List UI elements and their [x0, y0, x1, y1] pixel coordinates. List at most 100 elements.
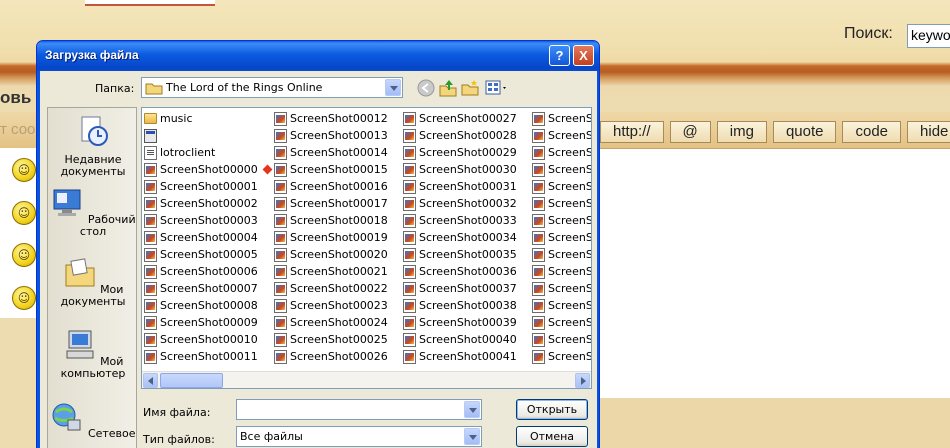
- file-item[interactable]: ScreenShot00008: [142, 297, 272, 314]
- file-item[interactable]: ScreenShot00041: [401, 348, 531, 365]
- file-list[interactable]: music lotroclient ScreenShot00000 ScreenSho…: [141, 107, 592, 389]
- file-item[interactable]: ScreenShot00026: [272, 348, 402, 365]
- file-item[interactable]: ScreenShot00020: [272, 246, 402, 263]
- bbcode-url-button[interactable]: http://: [600, 121, 664, 143]
- file-item[interactable]: ScreenShot00010: [142, 331, 272, 348]
- folder-dropdown[interactable]: The Lord of the Rings Online: [141, 77, 403, 98]
- horizontal-scrollbar[interactable]: [142, 371, 591, 388]
- file-item[interactable]: ScreenSh: [530, 178, 591, 195]
- file-item[interactable]: music: [142, 110, 272, 127]
- file-item[interactable]: ScreenShot00029: [401, 144, 531, 161]
- file-item[interactable]: ScreenShot00039: [401, 314, 531, 331]
- file-item[interactable]: ScreenShot00012: [272, 110, 402, 127]
- open-button[interactable]: Открыть: [516, 399, 588, 420]
- place-network[interactable]: Сетевое: [48, 400, 138, 440]
- file-item[interactable]: ScreenSh: [530, 280, 591, 297]
- back-icon[interactable]: [417, 79, 435, 97]
- file-item[interactable]: ScreenSh: [530, 110, 591, 127]
- place-recent-documents[interactable]: Недавние документы: [48, 114, 138, 178]
- filename-combo[interactable]: [236, 399, 482, 420]
- up-folder-icon[interactable]: [439, 79, 457, 97]
- file-item[interactable]: ScreenShot00017: [272, 195, 402, 212]
- file-item[interactable]: ScreenShot00013: [272, 127, 402, 144]
- help-button[interactable]: ?: [549, 45, 570, 66]
- file-item[interactable]: ScreenShot00040: [401, 331, 531, 348]
- file-item[interactable]: ScreenShot00025: [272, 331, 402, 348]
- file-item[interactable]: lotroclient: [142, 144, 272, 161]
- chevron-down-icon[interactable]: [464, 428, 480, 445]
- bbcode-code-button[interactable]: code: [842, 121, 902, 143]
- place-my-documents[interactable]: Мои документы: [48, 256, 138, 308]
- view-menu-icon[interactable]: [485, 79, 509, 97]
- close-button[interactable]: X: [573, 45, 594, 66]
- place-desktop[interactable]: Рабочий стол: [48, 186, 138, 238]
- cancel-button[interactable]: Отмена: [516, 426, 588, 447]
- file-item[interactable]: ScreenShot00027: [401, 110, 531, 127]
- file-item[interactable]: ScreenShot00009: [142, 314, 272, 331]
- file-item[interactable]: ScreenShot00016: [272, 178, 402, 195]
- file-item[interactable]: [142, 127, 272, 144]
- file-item[interactable]: ScreenSh: [530, 314, 591, 331]
- file-item[interactable]: ScreenSh: [530, 297, 591, 314]
- file-item[interactable]: ScreenSh: [530, 161, 591, 178]
- file-item[interactable]: ScreenShot00018: [272, 212, 402, 229]
- bbcode-quote-button[interactable]: quote: [772, 121, 837, 143]
- file-item[interactable]: ScreenShot00022: [272, 280, 402, 297]
- file-item[interactable]: ScreenShot00031: [401, 178, 531, 195]
- search-label: Поиск:: [844, 25, 893, 42]
- search-input[interactable]: keywo: [907, 24, 950, 48]
- bbcode-hide-button[interactable]: hide: [907, 121, 950, 143]
- file-item[interactable]: ScreenShot00030: [401, 161, 531, 178]
- file-item[interactable]: ScreenShot00019: [272, 229, 402, 246]
- file-item[interactable]: ScreenSh: [530, 263, 591, 280]
- happy-icon[interactable]: ☺: [12, 243, 36, 267]
- file-item[interactable]: ScreenSh: [530, 212, 591, 229]
- bbcode-email-button[interactable]: @: [669, 121, 711, 143]
- file-item[interactable]: ScreenShot00011: [142, 348, 272, 365]
- smile-icon[interactable]: ☺: [12, 158, 36, 182]
- file-item[interactable]: ScreenShot00021: [272, 263, 402, 280]
- scroll-left-icon[interactable]: [143, 373, 158, 388]
- file-item[interactable]: ScreenShot00007: [142, 280, 272, 297]
- file-item[interactable]: ScreenShot00033: [401, 212, 531, 229]
- file-item[interactable]: ScreenShot00028: [401, 127, 531, 144]
- file-item[interactable]: ScreenShot00032: [401, 195, 531, 212]
- scroll-right-icon[interactable]: [575, 373, 590, 388]
- file-item[interactable]: ScreenShot00036: [401, 263, 531, 280]
- scrollbar-thumb[interactable]: [160, 373, 223, 388]
- chevron-down-icon[interactable]: [464, 401, 480, 418]
- file-item[interactable]: ScreenShot00023: [272, 297, 402, 314]
- file-item[interactable]: ScreenShot00005: [142, 246, 272, 263]
- new-folder-icon[interactable]: [461, 79, 479, 97]
- file-item[interactable]: ScreenShot00035: [401, 246, 531, 263]
- chevron-down-icon[interactable]: [385, 79, 401, 96]
- file-item[interactable]: ScreenShot00000: [142, 161, 273, 178]
- place-my-computer[interactable]: Мой компьютер: [48, 328, 138, 380]
- file-item[interactable]: ScreenShot00014: [272, 144, 402, 161]
- confused-icon[interactable]: ☺: [12, 286, 36, 310]
- file-item[interactable]: ScreenShot00002: [142, 195, 272, 212]
- file-item[interactable]: ScreenShot00034: [401, 229, 531, 246]
- file-item[interactable]: ScreenSh: [530, 144, 591, 161]
- file-item[interactable]: ScreenSh: [530, 127, 591, 144]
- file-item[interactable]: ScreenSh: [530, 229, 591, 246]
- dialog-titlebar[interactable]: Загрузка файла ? X: [37, 41, 599, 71]
- file-item[interactable]: ScreenShot00037: [401, 280, 531, 297]
- file-item[interactable]: ScreenSh: [530, 246, 591, 263]
- bbcode-img-button[interactable]: img: [716, 121, 767, 143]
- wink-icon[interactable]: ☺: [12, 201, 36, 225]
- file-item[interactable]: ScreenShot00003: [142, 212, 272, 229]
- file-item[interactable]: ScreenShot00006: [142, 263, 272, 280]
- file-item[interactable]: ScreenShot00024: [272, 314, 402, 331]
- file-item[interactable]: ScreenShot00004: [142, 229, 272, 246]
- message-textarea[interactable]: [600, 148, 950, 398]
- file-item[interactable]: ScreenSh: [530, 331, 591, 348]
- filetype-dropdown[interactable]: Все файлы: [236, 426, 482, 447]
- image-file-icon: [403, 264, 416, 279]
- file-item[interactable]: ScreenShot00001: [142, 178, 272, 195]
- file-item[interactable]: ScreenShot00038: [401, 297, 531, 314]
- file-item[interactable]: ScreenShot00015: [272, 161, 402, 178]
- file-item[interactable]: ScreenSh: [530, 195, 591, 212]
- file-item[interactable]: ScreenSh: [530, 348, 591, 365]
- file-name: ScreenShot00003: [160, 214, 258, 227]
